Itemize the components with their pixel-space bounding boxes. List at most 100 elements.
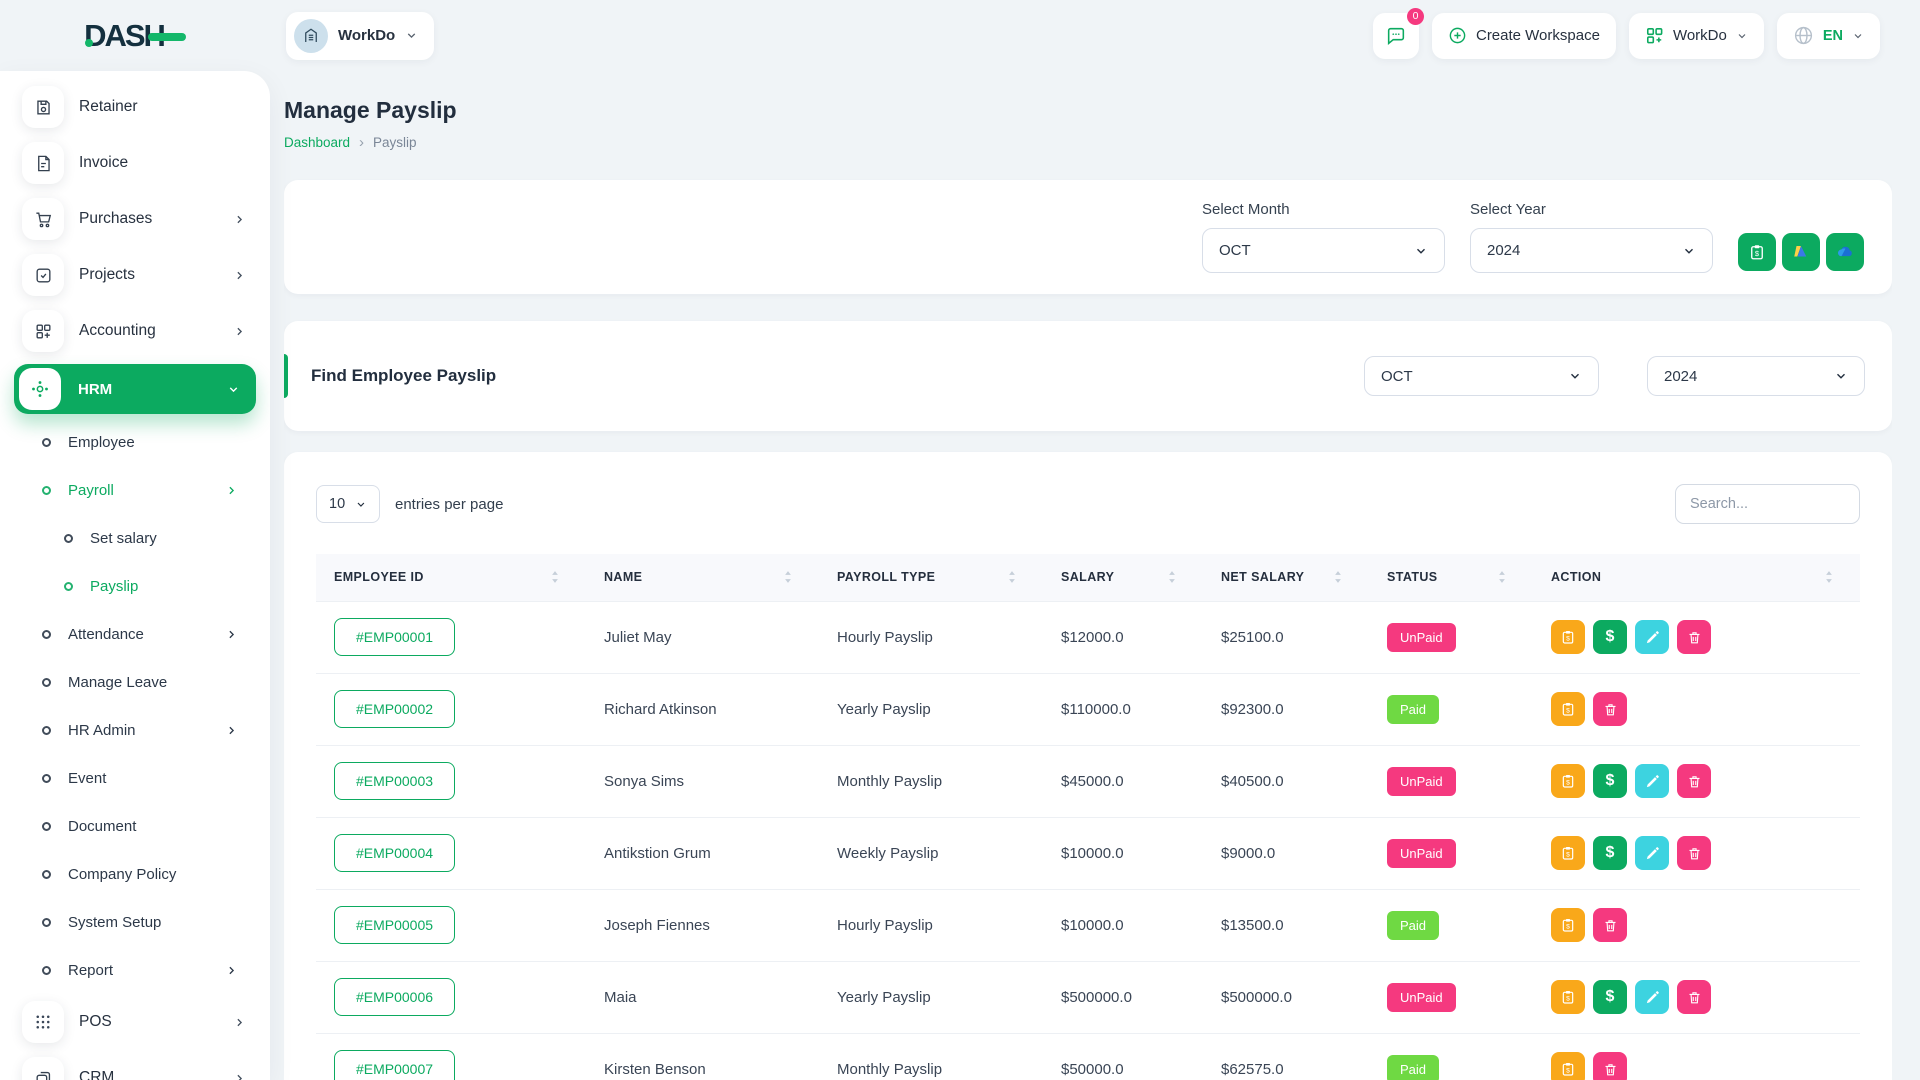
sort-icon[interactable]: [1331, 568, 1345, 586]
find-year-dropdown[interactable]: 2024: [1647, 356, 1865, 396]
edit-button[interactable]: [1635, 980, 1669, 1014]
breadcrumb-dashboard-link[interactable]: Dashboard: [284, 135, 350, 150]
column-header-net-salary[interactable]: NET SALARY: [1203, 554, 1369, 601]
column-header-employee-id[interactable]: EMPLOYEE ID: [316, 554, 586, 601]
pay-button[interactable]: $: [1593, 764, 1627, 798]
sidebar-subitem-hr-admin[interactable]: HR Admin: [0, 706, 270, 754]
edit-button[interactable]: [1635, 836, 1669, 870]
sidebar-subitem-attendance[interactable]: Attendance: [0, 610, 270, 658]
google-drive-button[interactable]: [1782, 233, 1820, 271]
pos-icon: [22, 1001, 64, 1043]
entries-per-page-value: 10: [329, 496, 345, 512]
chevron-down-icon: [1568, 369, 1582, 383]
find-month-value: OCT: [1381, 368, 1413, 385]
entries-per-page-select[interactable]: 10: [316, 485, 380, 523]
select-year-dropdown[interactable]: 2024: [1470, 228, 1713, 273]
employee-name: Antikstion Grum: [586, 817, 819, 889]
column-header-salary[interactable]: SALARY: [1043, 554, 1203, 601]
sort-icon[interactable]: [1005, 568, 1019, 586]
sidebar-item-invoice[interactable]: Invoice: [0, 135, 270, 191]
messages-button[interactable]: 0: [1373, 13, 1419, 59]
clipboard-dollar-icon: $: [1748, 243, 1766, 261]
payslip-button[interactable]: $: [1551, 980, 1585, 1014]
sort-icon[interactable]: [781, 568, 795, 586]
create-workspace-button[interactable]: Create Workspace: [1432, 13, 1616, 59]
sidebar-item-label: Purchases: [79, 210, 152, 228]
sidebar-subitem-document[interactable]: Document: [0, 802, 270, 850]
delete-button[interactable]: [1593, 692, 1627, 726]
sidebar-subitem-set-salary[interactable]: Set salary: [0, 514, 270, 562]
employee-id-button[interactable]: #EMP00007: [334, 1050, 455, 1080]
language-selector[interactable]: EN: [1777, 13, 1880, 59]
dollar-icon: $: [1606, 844, 1615, 862]
onedrive-button[interactable]: [1826, 233, 1864, 271]
row-actions: $: [1551, 692, 1860, 726]
sidebar-item-accounting[interactable]: Accounting: [0, 303, 270, 359]
sidebar-item-retainer[interactable]: Retainer: [0, 79, 270, 135]
payslip-button[interactable]: $: [1551, 764, 1585, 798]
bullet-icon: [42, 678, 51, 687]
delete-button[interactable]: [1593, 908, 1627, 942]
chevron-down-icon: [1834, 369, 1848, 383]
find-month-dropdown[interactable]: OCT: [1364, 356, 1599, 396]
employee-id-button[interactable]: #EMP00002: [334, 690, 455, 728]
sidebar-subitem-manage-leave[interactable]: Manage Leave: [0, 658, 270, 706]
sort-icon[interactable]: [1495, 568, 1509, 586]
sidebar-item-hrm[interactable]: HRM: [14, 364, 256, 414]
sidebar-item-crm[interactable]: CRM: [0, 1050, 270, 1080]
delete-button[interactable]: [1677, 764, 1711, 798]
sidebar-subitem-event[interactable]: Event: [0, 754, 270, 802]
sidebar-subitem-payslip[interactable]: Payslip: [0, 562, 270, 610]
delete-button[interactable]: [1677, 620, 1711, 654]
column-header-status[interactable]: STATUS: [1369, 554, 1533, 601]
employee-id-button[interactable]: #EMP00006: [334, 978, 455, 1016]
edit-button[interactable]: [1635, 620, 1669, 654]
svg-text:$: $: [1566, 996, 1570, 1003]
payslip-button[interactable]: $: [1551, 836, 1585, 870]
payslip-button[interactable]: $: [1551, 908, 1585, 942]
sort-icon[interactable]: [548, 568, 562, 586]
sidebar-item-pos[interactable]: POS: [0, 994, 270, 1050]
breadcrumb: Dashboard › Payslip: [284, 135, 1892, 150]
sort-icon[interactable]: [1165, 568, 1179, 586]
employee-id-button[interactable]: #EMP00001: [334, 618, 455, 656]
payslip-button[interactable]: $: [1551, 620, 1585, 654]
select-month-dropdown[interactable]: OCT: [1202, 228, 1445, 273]
sidebar-subitem-company-policy[interactable]: Company Policy: [0, 850, 270, 898]
chevron-down-icon: [1852, 30, 1864, 42]
employee-id-button[interactable]: #EMP00005: [334, 906, 455, 944]
workdo-menu-button[interactable]: WorkDo: [1629, 13, 1764, 59]
bulk-payment-button[interactable]: $: [1738, 233, 1776, 271]
search-input[interactable]: [1675, 484, 1860, 524]
sidebar-subitem-payroll[interactable]: Payroll: [0, 466, 270, 514]
workspace-selector[interactable]: WorkDo: [286, 12, 434, 60]
brand-logo[interactable]: DASH: [84, 18, 186, 54]
delete-button[interactable]: [1677, 836, 1711, 870]
purchases-icon: [22, 198, 64, 240]
chevron-right-icon: [233, 1072, 246, 1080]
employee-id-button[interactable]: #EMP00004: [334, 834, 455, 872]
payslip-button[interactable]: $: [1551, 1052, 1585, 1080]
column-header-payroll-type[interactable]: PAYROLL TYPE: [819, 554, 1043, 601]
employee-id-button[interactable]: #EMP00003: [334, 762, 455, 800]
pay-button[interactable]: $: [1593, 980, 1627, 1014]
sidebar-item-projects[interactable]: Projects: [0, 247, 270, 303]
payslip-button[interactable]: $: [1551, 692, 1585, 726]
pay-button[interactable]: $: [1593, 836, 1627, 870]
sidebar-subitem-system-setup[interactable]: System Setup: [0, 898, 270, 946]
pay-button[interactable]: $: [1593, 620, 1627, 654]
delete-button[interactable]: [1593, 1052, 1627, 1080]
select-year-value: 2024: [1487, 242, 1520, 259]
sort-icon[interactable]: [1822, 568, 1836, 586]
sidebar-subitem-report[interactable]: Report: [0, 946, 270, 994]
column-header-action[interactable]: ACTION: [1533, 554, 1860, 601]
edit-button[interactable]: [1635, 764, 1669, 798]
sidebar-subitem-employee[interactable]: Employee: [0, 418, 270, 466]
find-year-value: 2024: [1664, 368, 1697, 385]
sidebar-item-purchases[interactable]: Purchases: [0, 191, 270, 247]
sidebar-item-label: CRM: [79, 1069, 114, 1080]
column-header-name[interactable]: NAME: [586, 554, 819, 601]
salary-value: $500000.0: [1043, 961, 1203, 1033]
delete-button[interactable]: [1677, 980, 1711, 1014]
salary-value: $50000.0: [1043, 1033, 1203, 1080]
